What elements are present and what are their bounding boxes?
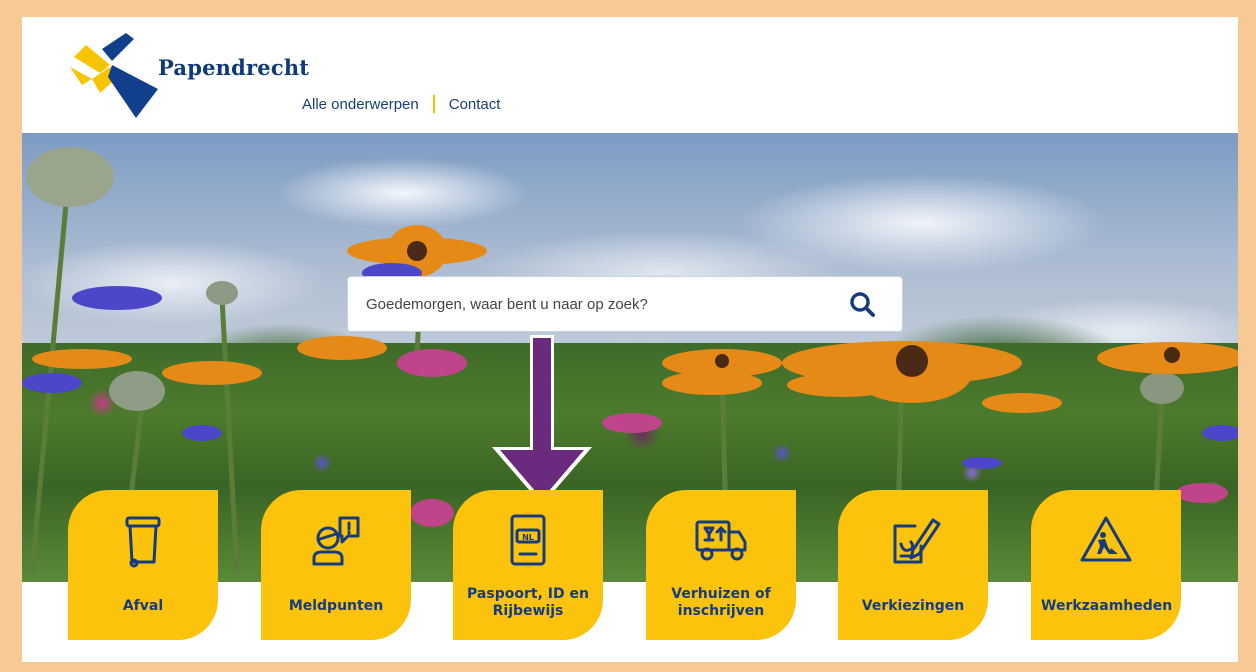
browser-viewport: Papendrecht Alle onderwerpen Contact Goe… (22, 17, 1238, 662)
down-arrow-icon (492, 335, 592, 505)
page-frame: Papendrecht Alle onderwerpen Contact Goe… (0, 0, 1256, 672)
tile-afval[interactable]: Afval (68, 490, 218, 640)
search-button[interactable] (848, 290, 876, 318)
nav-separator (432, 95, 435, 113)
report-person-icon (312, 516, 360, 566)
nav-link-alle-onderwerpen[interactable]: Alle onderwerpen (302, 96, 419, 113)
roadwork-sign-icon (1080, 516, 1132, 562)
svg-text:NL: NL (522, 533, 534, 542)
logo-text: Papendrecht (158, 55, 310, 80)
tile-label: Meldpunten (288, 598, 384, 614)
tile-label: Werkzaamheden (1041, 598, 1173, 614)
tile-paspoort[interactable]: NL Paspoort, ID en Rijbewijs (453, 490, 603, 640)
search-bar (347, 276, 903, 332)
tile-label: Afval (122, 598, 164, 614)
main-nav: Alle onderwerpen Contact (302, 95, 500, 113)
waste-bin-icon (125, 516, 161, 568)
search-input[interactable] (364, 294, 838, 314)
tile-label: Verkiezingen (861, 598, 965, 614)
site-logo[interactable]: Papendrecht (64, 27, 309, 122)
site-header: Papendrecht Alle onderwerpen Contact (22, 17, 1238, 133)
nav-link-contact[interactable]: Contact (449, 96, 501, 113)
tile-verkiezingen[interactable]: Verkiezingen (838, 490, 988, 640)
tile-label: Paspoort, ID en Rijbewijs (467, 586, 589, 619)
search-icon (850, 292, 875, 317)
tile-verhuizen[interactable]: Verhuizen of inschrijven (646, 490, 796, 640)
tile-label: Verhuizen of inschrijven (671, 586, 771, 619)
moving-truck-icon (695, 520, 747, 561)
tile-werkzaamheden[interactable]: Werkzaamheden (1031, 490, 1181, 640)
ballot-vote-icon (893, 518, 941, 564)
passport-icon: NL (510, 514, 546, 566)
tile-meldpunten[interactable]: Meldpunten (261, 490, 411, 640)
